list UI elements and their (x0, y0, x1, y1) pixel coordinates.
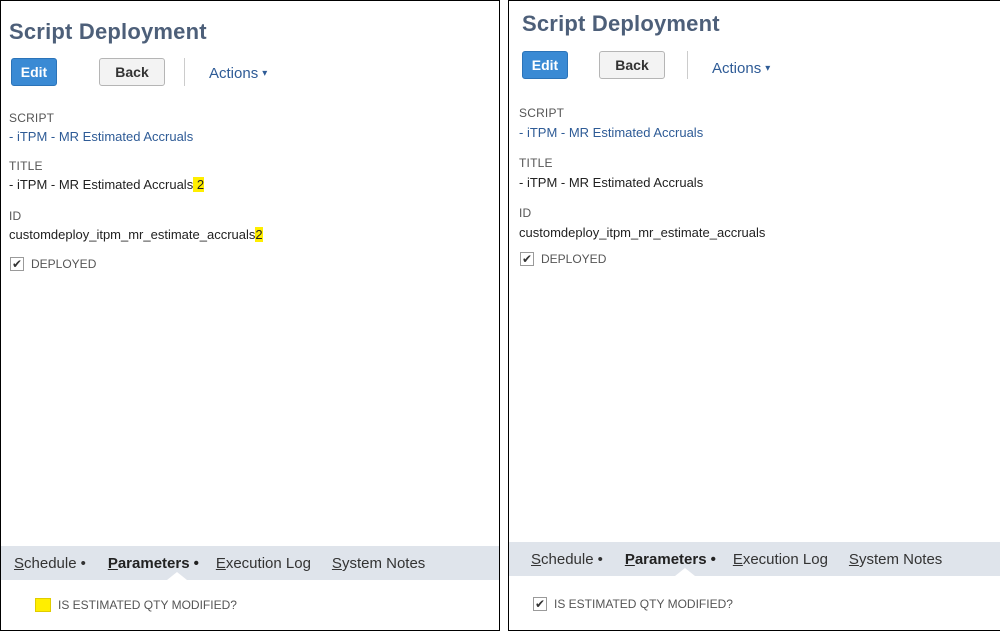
active-tab-pointer (675, 568, 695, 576)
id-value: customdeploy_itpm_mr_estimate_accruals (519, 225, 766, 240)
page-title: Script Deployment (9, 19, 207, 44)
title-label: TITLE (519, 156, 553, 170)
id-value: customdeploy_itpm_mr_estimate_accruals2 (9, 227, 263, 242)
deployed-checkbox[interactable]: ✔ (520, 252, 534, 266)
id-label: ID (9, 209, 22, 223)
back-button[interactable]: Back (99, 58, 165, 86)
parameter-row: IS ESTIMATED QTY MODIFIED? (35, 598, 237, 612)
checkmark-icon: ✔ (521, 252, 533, 266)
title-value-text: - iTPM - MR Estimated Accruals (9, 177, 194, 192)
deployed-row: ✔ DEPLOYED (10, 257, 96, 271)
deployed-label: DEPLOYED (31, 257, 97, 271)
subtab-bar: Schedule • Parameters • Execution Log Syst… (509, 542, 1000, 576)
checkmark-icon: ✔ (11, 257, 23, 271)
id-value-text: customdeploy_itpm_mr_estimate_accruals (9, 227, 256, 242)
edit-button[interactable]: Edit (522, 51, 568, 79)
left-script-deployment-panel: Script Deployment Edit Back Actions ▾ SCR… (0, 0, 500, 631)
tab-system-notes[interactable]: System Notes (332, 555, 425, 572)
tab-schedule[interactable]: Schedule • (14, 555, 86, 572)
estimated-qty-checkbox[interactable] (35, 598, 51, 612)
actions-menu[interactable]: Actions ▾ (209, 65, 267, 82)
subtab-bar: Schedule • Parameters • Execution Log Syst… (1, 546, 499, 580)
estimated-qty-label: IS ESTIMATED QTY MODIFIED? (554, 597, 733, 611)
tab-parameters[interactable]: Parameters • (108, 555, 199, 572)
tab-execution-log[interactable]: Execution Log (733, 551, 828, 568)
tab-execution-log[interactable]: Execution Log (216, 555, 311, 572)
deployed-checkbox[interactable]: ✔ (10, 257, 24, 271)
edit-button[interactable]: Edit (11, 58, 57, 86)
toolbar-divider (687, 51, 688, 79)
estimated-qty-label: IS ESTIMATED QTY MODIFIED? (58, 598, 237, 612)
chevron-down-icon: ▾ (262, 68, 268, 79)
title-label: TITLE (9, 159, 43, 173)
title-value: - iTPM - MR Estimated Accruals (519, 175, 704, 190)
id-highlight-suffix: 2 (255, 227, 263, 242)
script-label: SCRIPT (519, 106, 565, 120)
actions-label: Actions (712, 60, 762, 77)
id-label: ID (519, 206, 532, 220)
active-tab-pointer (167, 572, 187, 580)
tab-parameters[interactable]: Parameters • (625, 551, 716, 568)
script-link[interactable]: - iTPM - MR Estimated Accruals (9, 129, 193, 144)
parameter-row: ✔ IS ESTIMATED QTY MODIFIED? (533, 597, 733, 611)
actions-menu[interactable]: Actions ▾ (712, 60, 770, 77)
actions-label: Actions (209, 65, 259, 82)
estimated-qty-checkbox[interactable]: ✔ (533, 597, 547, 611)
script-label: SCRIPT (9, 111, 55, 125)
page-title: Script Deployment (522, 11, 720, 36)
tab-schedule[interactable]: Schedule • (531, 551, 603, 568)
title-value: - iTPM - MR Estimated Accruals 2 (9, 177, 205, 192)
script-link[interactable]: - iTPM - MR Estimated Accruals (519, 125, 703, 140)
checkmark-icon: ✔ (534, 597, 546, 611)
toolbar-divider (184, 58, 185, 86)
back-button[interactable]: Back (599, 51, 665, 79)
right-script-deployment-panel: Script Deployment Edit Back Actions ▾ SCR… (508, 0, 1000, 631)
deployed-row: ✔ DEPLOYED (520, 252, 606, 266)
tab-system-notes[interactable]: System Notes (849, 551, 942, 568)
title-highlight-suffix: 2 (193, 177, 205, 192)
deployed-label: DEPLOYED (541, 252, 607, 266)
chevron-down-icon: ▾ (765, 63, 771, 74)
